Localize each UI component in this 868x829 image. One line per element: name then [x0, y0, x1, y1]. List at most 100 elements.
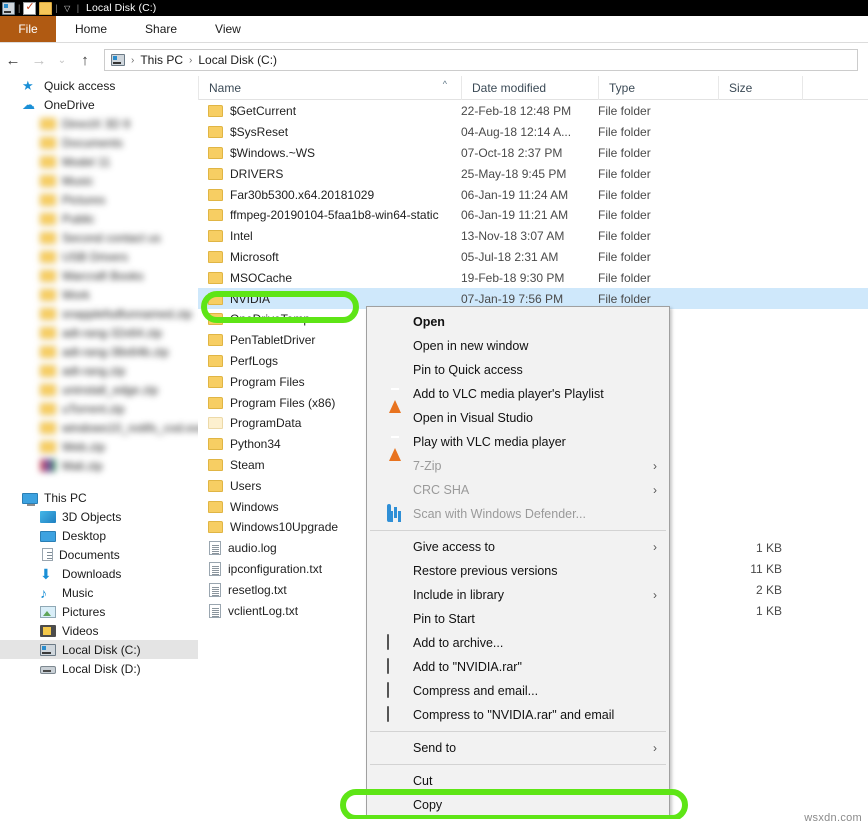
new-folder-icon[interactable]: [39, 2, 52, 15]
sidebar-item-desktop[interactable]: Desktop: [0, 526, 198, 545]
tab-home[interactable]: Home: [56, 16, 126, 42]
cell-date: 04-Aug-18 12:14 A...: [461, 125, 598, 139]
sidebar-item-model-11[interactable]: Model 11: [0, 152, 198, 171]
customize-caret-icon[interactable]: ▽: [61, 2, 74, 15]
tab-view[interactable]: View: [196, 16, 260, 42]
menu-item-label: Open in new window: [413, 339, 528, 353]
sidebar-item-snapplefsdfunnamed-zip[interactable]: snapplefsdfunnamed.zip: [0, 304, 198, 323]
sidebar-item-pictures[interactable]: Pictures: [0, 602, 198, 621]
sidebar-item-3d-objects[interactable]: 3D Objects: [0, 507, 198, 526]
up-arrow-icon[interactable]: ↑: [72, 47, 98, 73]
back-arrow-icon[interactable]: ←: [0, 47, 26, 73]
sidebar-item-web-zip[interactable]: Web.zip: [0, 437, 198, 456]
sidebar-item-public[interactable]: Public: [0, 209, 198, 228]
sidebar-item-directx-3d-9[interactable]: DirectX 3D 9: [0, 114, 198, 133]
menu-item-include-in-library[interactable]: Include in library›: [367, 583, 669, 607]
sidebar-item-second-contact-us[interactable]: Second contact us: [0, 228, 198, 247]
breadcrumb[interactable]: › This PC › Local Disk (C:): [104, 49, 858, 71]
menu-item-copy[interactable]: Copy: [367, 793, 669, 817]
sidebar-item-downloads[interactable]: ⬇Downloads: [0, 564, 198, 583]
menu-item-cut[interactable]: Cut: [367, 769, 669, 793]
column-header-size[interactable]: Size: [718, 76, 802, 100]
sidebar-item-mali-zip[interactable]: Mali.zip: [0, 456, 198, 475]
menu-item-compress-and-email[interactable]: Compress and email...: [367, 679, 669, 703]
menu-item-open-in-visual-studio[interactable]: Open in Visual Studio: [367, 406, 669, 430]
cell-name: DRIVERS: [198, 167, 461, 181]
sidebar-gap: [0, 475, 198, 488]
sidebar-item-adt-rang-38x64b-zip[interactable]: adt-rang-38x64b.zip: [0, 342, 198, 361]
sidebar-item-label: Second contact us: [62, 231, 161, 245]
table-row[interactable]: Microsoft05-Jul-18 2:31 AMFile folder: [198, 247, 868, 268]
sidebar-item-pictures[interactable]: Pictures: [0, 190, 198, 209]
forward-arrow-icon[interactable]: →: [26, 47, 52, 73]
breadcrumb-item-local-disk-c[interactable]: Local Disk (C:): [198, 53, 277, 67]
table-row[interactable]: $SysReset04-Aug-18 12:14 A...File folder: [198, 122, 868, 143]
menu-item-label: 7-Zip: [413, 459, 441, 473]
sidebar-item-usb-drivers[interactable]: USB Drivers: [0, 247, 198, 266]
sidebar-item-warcraft-books[interactable]: Warcraft Books: [0, 266, 198, 285]
menu-item-pin-to-quick-access[interactable]: Pin to Quick access: [367, 358, 669, 382]
table-row[interactable]: MSOCache19-Feb-18 9:30 PMFile folder: [198, 267, 868, 288]
sidebar-item-windows10-notifs-cod-exe[interactable]: windows10_notifs_cod.exe: [0, 418, 198, 437]
cell-name: NVIDIA: [198, 292, 461, 306]
folder-icon: [208, 438, 223, 450]
sidebar-item-uninstall-edge-zip[interactable]: uninstall_edge.zip: [0, 380, 198, 399]
cell-type: File folder: [598, 292, 718, 306]
sidebar-item-videos[interactable]: Videos: [0, 621, 198, 640]
menu-item-pin-to-start[interactable]: Pin to Start: [367, 607, 669, 631]
music-icon: ♪: [40, 586, 56, 600]
table-row[interactable]: DRIVERS25-May-18 9:45 PMFile folder: [198, 163, 868, 184]
sidebar-item-quick-access[interactable]: ★Quick access: [0, 76, 198, 95]
cell-size: 11 KB: [718, 562, 802, 576]
sidebar-item-utorrent-zip[interactable]: uTorrent.zip: [0, 399, 198, 418]
menu-item-give-access-to[interactable]: Give access to›: [367, 535, 669, 559]
tab-file[interactable]: File: [0, 16, 56, 42]
menu-item-restore-previous-versions[interactable]: Restore previous versions: [367, 559, 669, 583]
cell-date: 13-Nov-18 3:07 AM: [461, 229, 598, 243]
drive-icon[interactable]: [2, 2, 15, 15]
menu-item-compress-to-nvidia-rar-and-email[interactable]: Compress to "NVIDIA.rar" and email: [367, 703, 669, 727]
menu-item-7-zip[interactable]: 7-Zip›: [367, 454, 669, 478]
sidebar-item-work[interactable]: Work: [0, 285, 198, 304]
table-row[interactable]: ffmpeg-20190104-5faa1b8-win64-static06-J…: [198, 205, 868, 226]
menu-item-open-in-new-window[interactable]: Open in new window: [367, 334, 669, 358]
sidebar-item-onedrive[interactable]: ☁OneDrive: [0, 95, 198, 114]
sidebar-item-local-disk-c[interactable]: Local Disk (C:): [0, 640, 198, 659]
file-name-label: MSOCache: [230, 271, 292, 285]
menu-item-add-to-archive[interactable]: Add to archive...: [367, 631, 669, 655]
folder-icon: [208, 230, 223, 242]
sidebar-item-local-disk-d[interactable]: Local Disk (D:): [0, 659, 198, 678]
menu-item-open[interactable]: Open: [367, 310, 669, 334]
column-header-name[interactable]: Name ^: [198, 76, 461, 100]
sidebar-item-documents[interactable]: Documents: [0, 545, 198, 564]
file-name-label: Steam: [230, 458, 265, 472]
sidebar-item-adt-rang-32x64-zip[interactable]: adt-rang-32x64.zip: [0, 323, 198, 342]
sidebar-item-music[interactable]: Music: [0, 171, 198, 190]
sidebar-item-music[interactable]: ♪Music: [0, 583, 198, 602]
table-row[interactable]: $GetCurrent22-Feb-18 12:48 PMFile folder: [198, 101, 868, 122]
sidebar-item-adt-rang-zip[interactable]: adt-rang.zip: [0, 361, 198, 380]
folder-icon: [40, 175, 56, 187]
menu-item-add-to-nvidia-rar[interactable]: Add to "NVIDIA.rar": [367, 655, 669, 679]
menu-item-send-to[interactable]: Send to›: [367, 736, 669, 760]
table-row[interactable]: $Windows.~WS07-Oct-18 2:37 PMFile folder: [198, 143, 868, 164]
table-row[interactable]: Far30b5300.x64.2018102906-Jan-19 11:24 A…: [198, 184, 868, 205]
tab-share[interactable]: Share: [126, 16, 196, 42]
menu-item-label: Scan with Windows Defender...: [413, 507, 586, 521]
menu-item-play-with-vlc-media-player[interactable]: Play with VLC media player: [367, 430, 669, 454]
column-header-date[interactable]: Date modified: [461, 76, 598, 100]
recent-locations-icon[interactable]: ⌄: [52, 47, 72, 73]
menu-item-crc-sha[interactable]: CRC SHA›: [367, 478, 669, 502]
sidebar-item-this-pc[interactable]: This PC: [0, 488, 198, 507]
sidebar-item-documents[interactable]: Documents: [0, 133, 198, 152]
zip-icon: [40, 441, 56, 453]
menu-item-label: Play with VLC media player: [413, 435, 566, 449]
menu-item-add-to-vlc-media-player-s-playlist[interactable]: Add to VLC media player's Playlist: [367, 382, 669, 406]
menu-item-scan-with-windows-defender[interactable]: Scan with Windows Defender...: [367, 502, 669, 526]
folder-icon: [208, 126, 223, 138]
column-header-type[interactable]: Type: [598, 76, 718, 100]
properties-check-icon[interactable]: [23, 2, 36, 15]
breadcrumb-item-this-pc[interactable]: This PC: [140, 53, 183, 67]
title-bar: | | ▽ | Local Disk (C:): [0, 0, 868, 16]
table-row[interactable]: Intel13-Nov-18 3:07 AMFile folder: [198, 226, 868, 247]
